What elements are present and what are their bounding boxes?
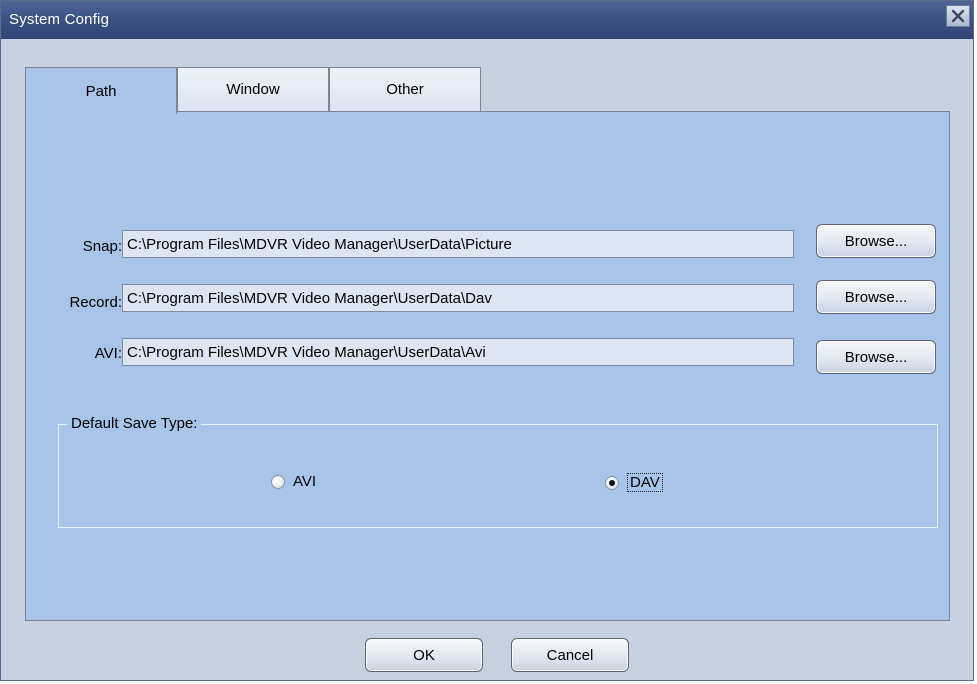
window-title: System Config (9, 11, 110, 28)
record-path-field[interactable]: C:\Program Files\MDVR Video Manager\User… (122, 284, 794, 312)
tab-other-label: Other (386, 81, 424, 98)
snap-browse-button[interactable]: Browse... (816, 224, 936, 258)
tab-window-label: Window (226, 81, 280, 98)
system-config-dialog: System Config Path Window Other Snap: C:… (0, 0, 974, 681)
cancel-label: Cancel (546, 646, 594, 664)
default-save-type-group: Default Save Type: AVI DAV (58, 415, 938, 528)
tab-strip: Path Window Other (25, 67, 485, 114)
radio-avi-label: AVI (293, 473, 317, 490)
tab-path-label: Path (85, 82, 117, 100)
cancel-button[interactable]: Cancel (511, 638, 629, 672)
path-tab-panel: Snap: C:\Program Files\MDVR Video Manage… (25, 111, 950, 621)
default-save-type-legend: Default Save Type: (67, 415, 202, 432)
tab-path[interactable]: Path (25, 67, 177, 114)
title-bar[interactable]: System Config (1, 1, 973, 39)
record-label: Record: (69, 294, 122, 311)
avi-label: AVI: (94, 345, 122, 362)
snap-path-field[interactable]: C:\Program Files\MDVR Video Manager\User… (122, 230, 794, 258)
close-button[interactable] (946, 5, 970, 27)
ok-label: OK (413, 646, 435, 664)
radio-dav-label: DAV (627, 473, 663, 492)
record-browse-button[interactable]: Browse... (816, 280, 936, 314)
radio-dav-dot (609, 479, 615, 486)
close-icon (951, 9, 965, 23)
record-browse-label: Browse... (844, 288, 908, 306)
tab-window[interactable]: Window (177, 67, 329, 111)
avi-path-field[interactable]: C:\Program Files\MDVR Video Manager\User… (122, 338, 794, 366)
snap-browse-label: Browse... (844, 232, 908, 250)
radio-avi-button[interactable] (271, 474, 285, 489)
snap-label: Snap: (82, 238, 122, 255)
radio-dav[interactable]: DAV (605, 473, 663, 492)
tab-other[interactable]: Other (329, 67, 481, 111)
avi-browse-button[interactable]: Browse... (816, 340, 936, 374)
radio-avi[interactable]: AVI (271, 473, 316, 490)
avi-browse-label: Browse... (844, 348, 908, 366)
radio-dav-button[interactable] (605, 475, 619, 490)
ok-button[interactable]: OK (365, 638, 483, 672)
